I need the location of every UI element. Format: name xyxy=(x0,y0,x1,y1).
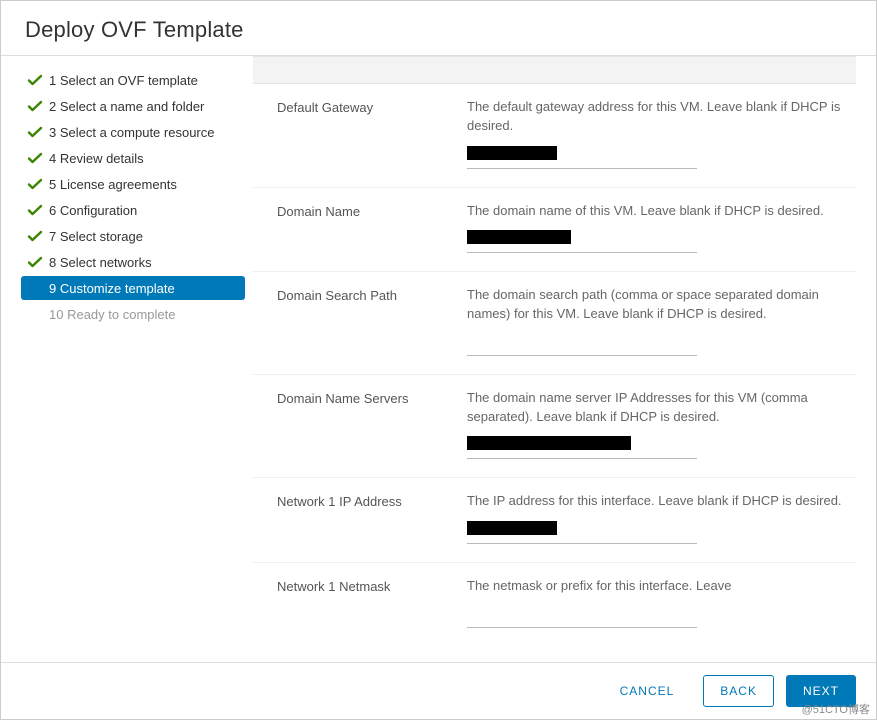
property-row: Network 1 NetmaskThe netmask or prefix f… xyxy=(253,563,856,646)
wizard-step-3[interactable]: 3 Select a compute resource xyxy=(21,120,245,144)
property-label: Network 1 IP Address xyxy=(277,492,467,544)
check-icon xyxy=(27,254,43,270)
wizard-step-9[interactable]: 9 Customize template xyxy=(21,276,245,300)
property-value: The domain search path (comma or space s… xyxy=(467,286,846,356)
back-button[interactable]: BACK xyxy=(703,675,774,707)
check-icon xyxy=(27,176,43,192)
step-label: 9 Customize template xyxy=(49,281,175,296)
check-icon xyxy=(27,72,43,88)
property-label: Default Gateway xyxy=(277,98,467,169)
wizard-step-1[interactable]: 1 Select an OVF template xyxy=(21,68,245,92)
step-label: 3 Select a compute resource xyxy=(49,125,214,140)
wizard-step-4[interactable]: 4 Review details xyxy=(21,146,245,170)
property-input[interactable] xyxy=(467,436,697,459)
wizard-step-8[interactable]: 8 Select networks xyxy=(21,250,245,274)
dialog-footer: CANCEL BACK NEXT xyxy=(1,662,876,719)
property-label: Network 1 Netmask xyxy=(277,577,467,628)
property-value: The netmask or prefix for this interface… xyxy=(467,577,846,628)
property-input[interactable] xyxy=(467,521,697,544)
property-input[interactable] xyxy=(467,334,697,356)
dialog-title: Deploy OVF Template xyxy=(1,1,876,56)
property-description: The IP address for this interface. Leave… xyxy=(467,492,846,511)
check-icon xyxy=(27,124,43,140)
property-row: Network 1 IP AddressThe IP address for t… xyxy=(253,478,856,563)
step-label: 7 Select storage xyxy=(49,229,143,244)
wizard-step-10: 10 Ready to complete xyxy=(21,302,245,326)
wizard-step-2[interactable]: 2 Select a name and folder xyxy=(21,94,245,118)
redacted-value xyxy=(467,146,557,160)
step-label: 1 Select an OVF template xyxy=(49,73,198,88)
redacted-value xyxy=(467,521,557,535)
property-description: The netmask or prefix for this interface… xyxy=(467,577,846,596)
check-icon xyxy=(27,98,43,114)
property-description: The default gateway address for this VM.… xyxy=(467,98,846,136)
content-pane: Default GatewayThe default gateway addre… xyxy=(253,56,876,662)
redacted-value xyxy=(467,230,571,244)
deploy-ovf-dialog: Deploy OVF Template 1 Select an OVF temp… xyxy=(0,0,877,720)
step-label: 6 Configuration xyxy=(49,203,137,218)
watermark: @51CTO博客 xyxy=(802,701,870,717)
wizard-steps-sidebar: 1 Select an OVF template 2 Select a name … xyxy=(1,56,253,662)
wizard-step-5[interactable]: 5 License agreements xyxy=(21,172,245,196)
property-row: Domain NameThe domain name of this VM. L… xyxy=(253,188,856,273)
property-description: The domain name server IP Addresses for … xyxy=(467,389,846,427)
wizard-step-7[interactable]: 7 Select storage xyxy=(21,224,245,248)
property-label: Domain Name xyxy=(277,202,467,254)
property-label: Domain Name Servers xyxy=(277,389,467,460)
property-input[interactable] xyxy=(467,606,697,628)
property-input[interactable] xyxy=(467,146,697,169)
step-label: 10 Ready to complete xyxy=(49,307,175,322)
property-value: The domain name server IP Addresses for … xyxy=(467,389,846,460)
property-row: Default GatewayThe default gateway addre… xyxy=(253,84,856,188)
property-description: The domain search path (comma or space s… xyxy=(467,286,846,324)
step-label: 2 Select a name and folder xyxy=(49,99,204,114)
check-icon xyxy=(27,150,43,166)
step-label: 4 Review details xyxy=(49,151,144,166)
redacted-value xyxy=(467,436,631,450)
property-value: The IP address for this interface. Leave… xyxy=(467,492,846,544)
step-label: 5 License agreements xyxy=(49,177,177,192)
step-label: 8 Select networks xyxy=(49,255,152,270)
wizard-step-6[interactable]: 6 Configuration xyxy=(21,198,245,222)
check-icon xyxy=(27,202,43,218)
property-value: The domain name of this VM. Leave blank … xyxy=(467,202,846,254)
property-value: The default gateway address for this VM.… xyxy=(467,98,846,169)
property-label: Domain Search Path xyxy=(277,286,467,356)
dialog-body: 1 Select an OVF template 2 Select a name … xyxy=(1,56,876,662)
section-header xyxy=(253,56,856,84)
cancel-button[interactable]: CANCEL xyxy=(603,675,692,707)
properties-scroll-area[interactable]: Default GatewayThe default gateway addre… xyxy=(253,56,876,662)
check-icon xyxy=(27,228,43,244)
property-row: Domain Search PathThe domain search path… xyxy=(253,272,856,375)
property-description: The domain name of this VM. Leave blank … xyxy=(467,202,846,221)
property-row: Domain Name ServersThe domain name serve… xyxy=(253,375,856,479)
property-input[interactable] xyxy=(467,230,697,253)
